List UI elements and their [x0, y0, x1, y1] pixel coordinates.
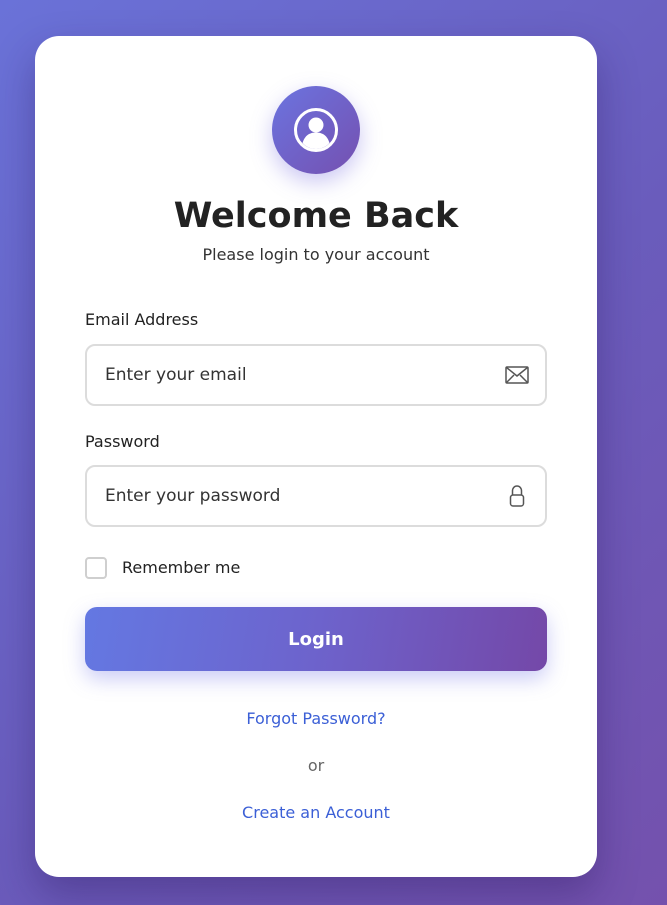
create-account-link[interactable]: Create an Account [35, 802, 597, 824]
remember-me-label: Remember me [122, 558, 241, 577]
remember-me-checkbox[interactable] [85, 557, 107, 579]
lock-icon [505, 484, 529, 508]
forgot-password-link[interactable]: Forgot Password? [35, 708, 597, 730]
password-label: Password [85, 432, 160, 451]
login-button[interactable]: Login [85, 607, 547, 671]
user-circle-icon [294, 108, 338, 152]
email-field [85, 344, 547, 406]
password-field [85, 465, 547, 527]
or-separator: or [307, 756, 325, 775]
email-label: Email Address [85, 310, 199, 329]
page-subtitle: Please login to your account [202, 245, 430, 264]
remember-me[interactable]: Remember me [85, 557, 240, 579]
login-card: Welcome Back Please login to your accoun… [35, 36, 597, 877]
envelope-icon [505, 363, 529, 387]
user-avatar [272, 86, 360, 174]
page-title: Welcome Back [173, 196, 459, 236]
password-input[interactable] [105, 467, 485, 525]
email-input[interactable] [105, 346, 485, 404]
